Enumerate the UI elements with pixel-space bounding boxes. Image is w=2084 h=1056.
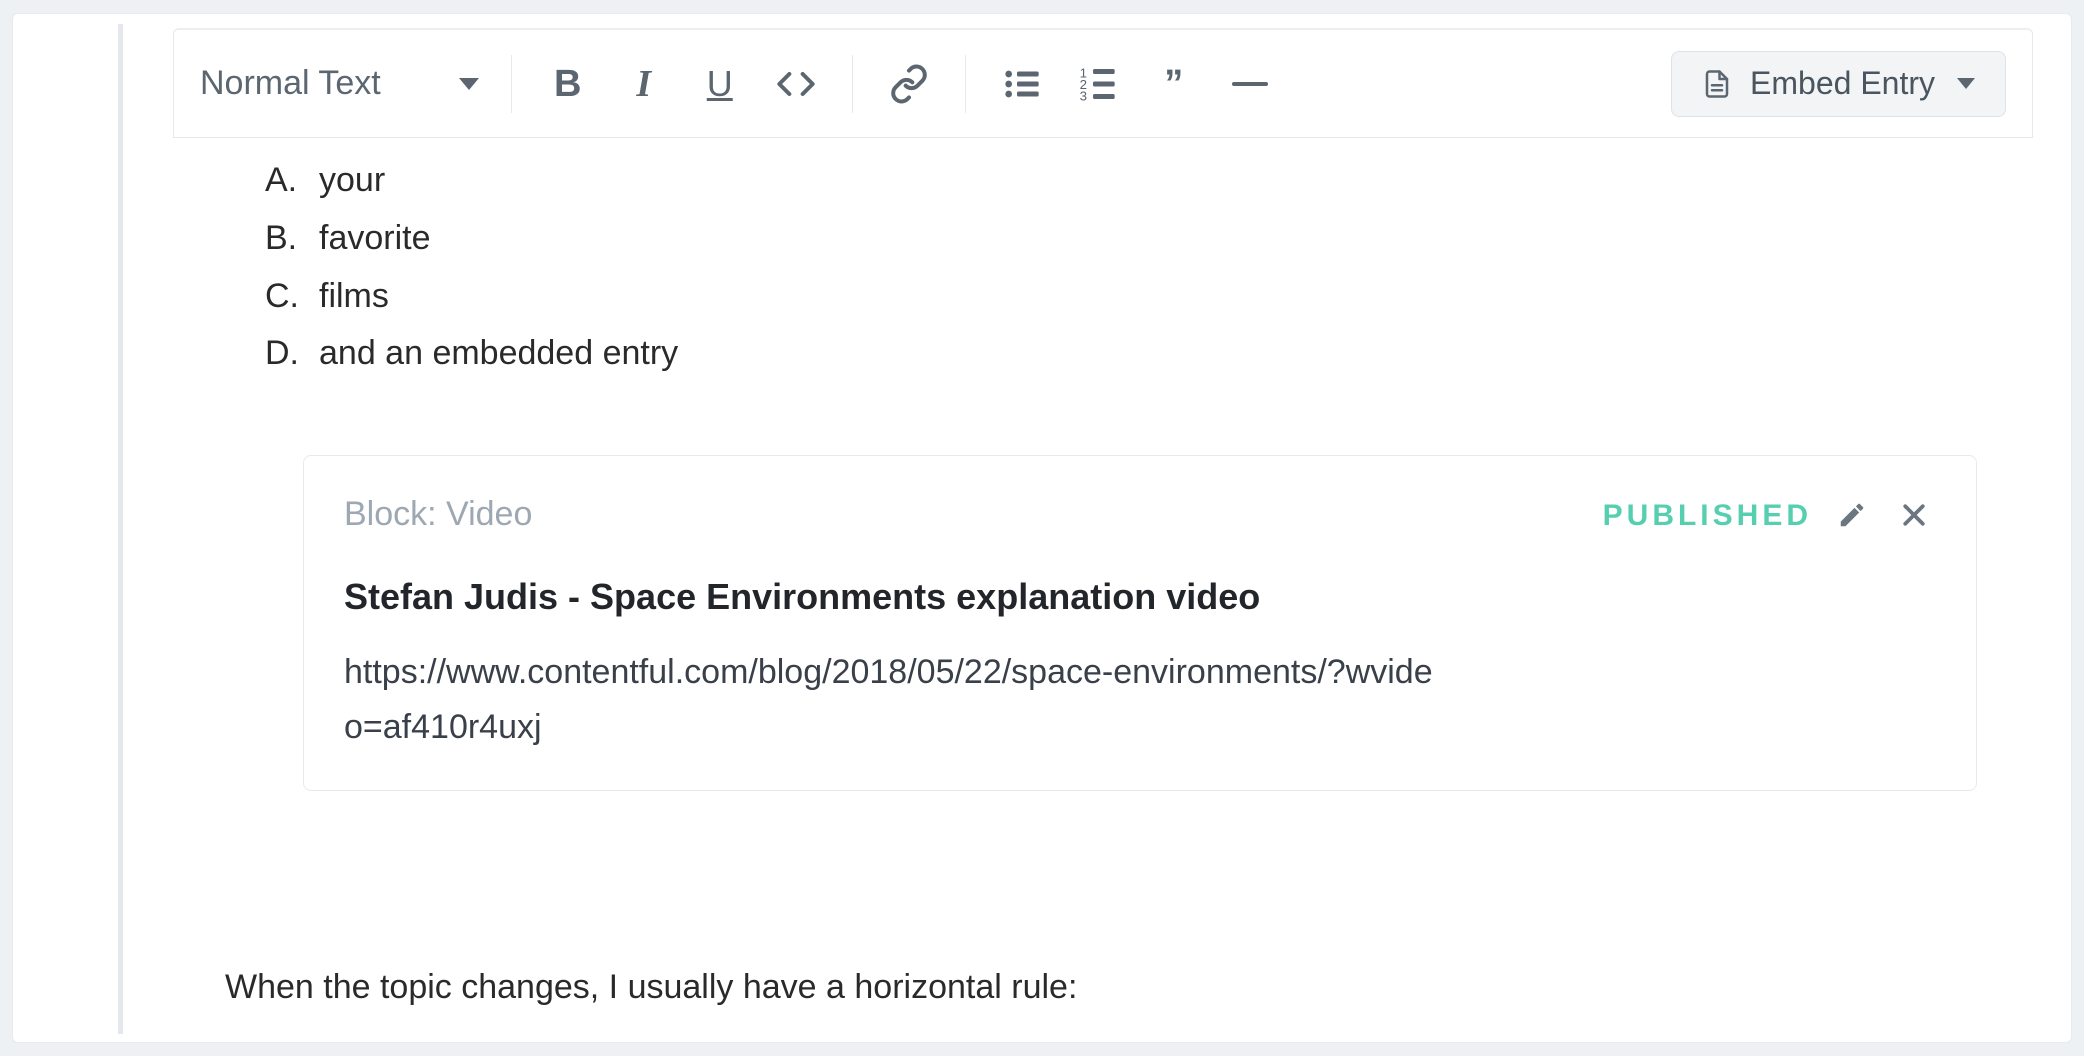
embed-entry-button[interactable]: Embed Entry bbox=[1671, 51, 2006, 117]
underline-button[interactable]: U bbox=[686, 54, 754, 114]
list-text: favorite bbox=[319, 210, 431, 268]
status-badge: PUBLISHED bbox=[1603, 490, 1812, 541]
link-button[interactable] bbox=[875, 54, 943, 114]
underline-icon: U bbox=[707, 66, 733, 102]
embed-card-header: Block: Video PUBLISHED bbox=[344, 486, 1936, 544]
list-item[interactable]: D. and an embedded entry bbox=[265, 325, 1977, 383]
horizontal-rule-icon bbox=[1232, 82, 1268, 86]
unordered-list-icon bbox=[1002, 64, 1042, 104]
remove-embed-button[interactable] bbox=[1892, 493, 1936, 537]
list-text: and an embedded entry bbox=[319, 325, 678, 383]
list-item[interactable]: C. films bbox=[265, 268, 1977, 326]
editor-area: Normal Text B I U bbox=[173, 28, 2033, 1042]
blockquote-button[interactable]: ” bbox=[1140, 54, 1208, 114]
embed-url: https://www.contentful.com/blog/2018/05/… bbox=[344, 645, 1434, 754]
editor-frame: Normal Text B I U bbox=[12, 13, 2072, 1043]
ordered-list: A. your B. favorite C. films D. and an e… bbox=[265, 152, 1977, 383]
svg-text:3: 3 bbox=[1079, 88, 1086, 103]
embed-entry-label: Embed Entry bbox=[1750, 65, 1935, 102]
list-text: your bbox=[319, 152, 385, 210]
bold-icon: B bbox=[554, 65, 581, 103]
text-style-dropdown[interactable]: Normal Text bbox=[200, 64, 489, 103]
list-marker: B. bbox=[265, 210, 309, 268]
toolbar-divider bbox=[852, 55, 853, 113]
edit-embed-button[interactable] bbox=[1830, 493, 1874, 537]
list-marker: A. bbox=[265, 152, 309, 210]
vertical-rule bbox=[118, 24, 123, 1034]
document-icon bbox=[1702, 69, 1732, 99]
italic-icon: I bbox=[636, 65, 651, 103]
editor-content[interactable]: A. your B. favorite C. films D. and an e… bbox=[173, 138, 2033, 1017]
list-marker: C. bbox=[265, 268, 309, 326]
chevron-down-icon bbox=[459, 78, 479, 90]
list-text: films bbox=[319, 268, 389, 326]
paragraph[interactable]: When the topic changes, I usually have a… bbox=[225, 959, 1977, 1017]
code-icon bbox=[776, 64, 816, 104]
embed-title: Stefan Judis - Space Environments explan… bbox=[344, 566, 1936, 627]
list-item[interactable]: B. favorite bbox=[265, 210, 1977, 268]
list-marker: D. bbox=[265, 325, 309, 383]
quote-icon: ” bbox=[1164, 65, 1183, 103]
italic-button[interactable]: I bbox=[610, 54, 678, 114]
chevron-down-icon bbox=[1957, 78, 1975, 89]
close-icon bbox=[1899, 500, 1929, 530]
rich-text-toolbar: Normal Text B I U bbox=[173, 28, 2033, 138]
embed-type-label: Block: Video bbox=[344, 486, 532, 544]
ordered-list-icon: 123 bbox=[1078, 64, 1118, 104]
toolbar-divider bbox=[511, 55, 512, 113]
list-item[interactable]: A. your bbox=[265, 152, 1977, 210]
horizontal-rule-button[interactable] bbox=[1216, 54, 1284, 114]
text-style-label: Normal Text bbox=[200, 64, 381, 103]
toolbar-divider bbox=[965, 55, 966, 113]
ordered-list-button[interactable]: 123 bbox=[1064, 54, 1132, 114]
bold-button[interactable]: B bbox=[534, 54, 602, 114]
pencil-icon bbox=[1837, 500, 1867, 530]
link-icon bbox=[889, 64, 929, 104]
code-button[interactable] bbox=[762, 54, 830, 114]
unordered-list-button[interactable] bbox=[988, 54, 1056, 114]
embedded-entry-card[interactable]: Block: Video PUBLISHED Stefan Judis bbox=[303, 455, 1977, 791]
